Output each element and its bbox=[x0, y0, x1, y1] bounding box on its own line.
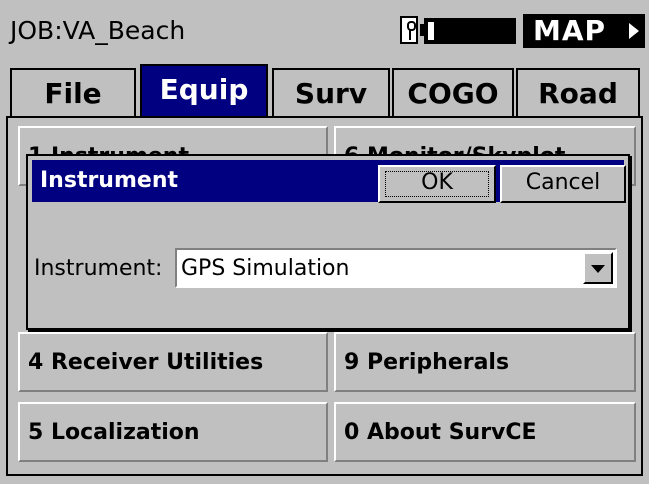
tab-bar: File Equip Surv COGO Road bbox=[8, 62, 641, 118]
cancel-button[interactable]: Cancel bbox=[500, 165, 626, 203]
gps-status-icon bbox=[400, 16, 418, 44]
tab-road[interactable]: Road bbox=[516, 68, 640, 116]
dialog-title: Instrument bbox=[40, 168, 178, 193]
screen: JOB:VA_Beach MAP File Equip Surv COGO Ro… bbox=[0, 0, 649, 484]
instrument-select[interactable]: GPS Simulation bbox=[175, 248, 617, 288]
tab-cogo[interactable]: COGO bbox=[392, 68, 514, 116]
dropdown-arrow-icon bbox=[591, 265, 605, 273]
tab-file[interactable]: File bbox=[10, 68, 136, 116]
dropdown-button[interactable] bbox=[583, 252, 613, 284]
focus-outline bbox=[385, 171, 489, 197]
instrument-field-label: Instrument: bbox=[34, 256, 163, 281]
instrument-select-value: GPS Simulation bbox=[181, 256, 350, 281]
map-button-label: MAP bbox=[533, 14, 607, 47]
tab-surv[interactable]: Surv bbox=[272, 68, 390, 116]
map-button[interactable]: MAP bbox=[523, 14, 645, 48]
battery-icon bbox=[424, 18, 516, 44]
menu-item-localization[interactable]: 5 Localization bbox=[18, 402, 328, 462]
dialog-titlebar: Instrument OK Cancel bbox=[32, 160, 626, 203]
chevron-right-icon bbox=[629, 23, 639, 39]
battery-level bbox=[428, 22, 434, 40]
job-title: JOB:VA_Beach bbox=[10, 16, 186, 45]
menu-item-peripherals[interactable]: 9 Peripherals bbox=[334, 332, 636, 392]
ok-button[interactable]: OK bbox=[378, 165, 496, 203]
menu-item-receiver-utilities[interactable]: 4 Receiver Utilities bbox=[18, 332, 328, 392]
menu-item-about-survce[interactable]: 0 About SurvCE bbox=[334, 402, 636, 462]
titlebar: JOB:VA_Beach MAP bbox=[4, 6, 645, 56]
instrument-dialog: Instrument OK Cancel Instrument: GPS Sim… bbox=[26, 154, 630, 330]
tab-equip[interactable]: Equip bbox=[140, 64, 268, 118]
